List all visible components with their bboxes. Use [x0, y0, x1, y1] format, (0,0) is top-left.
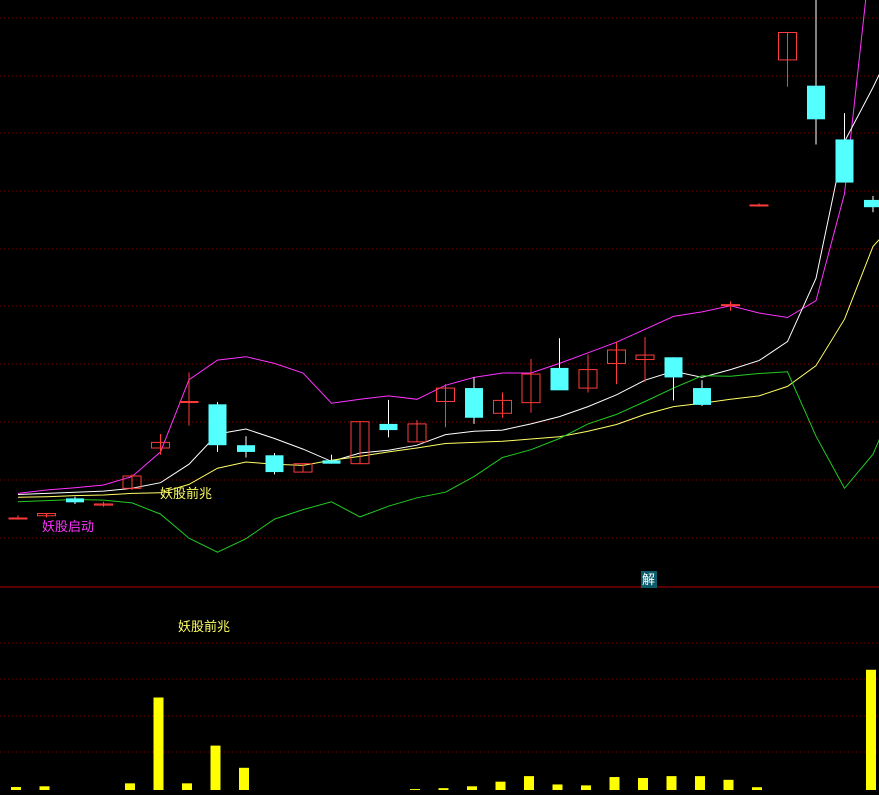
candle-body-down — [237, 445, 255, 452]
volume-bar — [182, 783, 192, 790]
candle-body-down — [835, 139, 854, 183]
volume-bar — [438, 788, 449, 790]
candle-body-down — [379, 423, 398, 431]
candle-body-down — [66, 498, 84, 503]
signal-label-left: 妖股启动 — [42, 520, 94, 535]
volume-bar — [695, 776, 705, 790]
candle-body-down — [864, 199, 879, 208]
volume-bar — [638, 777, 648, 790]
candle-body-up — [749, 204, 769, 207]
volume-bar — [239, 767, 249, 790]
candle-body-up — [721, 304, 740, 307]
volume-bar — [125, 783, 135, 790]
volume-bar — [552, 784, 563, 790]
candle-body-down — [550, 367, 569, 391]
volume-bar — [410, 789, 420, 790]
candle-body-down — [693, 388, 711, 405]
volume-bar — [581, 785, 591, 790]
candle-body-down — [322, 460, 341, 464]
candle-body-up — [8, 517, 28, 520]
candle-body-down — [265, 455, 284, 473]
volume-bar — [11, 787, 21, 790]
volume-bar — [210, 745, 221, 790]
marker-label: 解 — [642, 573, 655, 588]
volume-bar — [524, 776, 534, 790]
stock-chart: 妖股前兆 妖股启动 解 妖股前兆 — [0, 0, 879, 795]
signal-label-price: 妖股前兆 — [160, 486, 212, 502]
volume-bar — [666, 776, 677, 790]
volume-bar — [153, 697, 164, 790]
candle-body-down — [208, 404, 227, 446]
candle-body-down — [807, 85, 825, 120]
volume-bar — [609, 777, 620, 790]
volume-bar — [495, 781, 506, 790]
volume-bar — [467, 786, 477, 790]
volume-bar — [723, 779, 734, 790]
candle-body-down — [465, 388, 483, 418]
candle-body-up — [179, 401, 199, 404]
volume-bar — [39, 786, 50, 790]
volume-bar — [752, 787, 762, 790]
candle-body-down — [664, 357, 683, 378]
signal-label-volume: 妖股前兆 — [178, 619, 230, 635]
volume-bar — [866, 669, 876, 790]
